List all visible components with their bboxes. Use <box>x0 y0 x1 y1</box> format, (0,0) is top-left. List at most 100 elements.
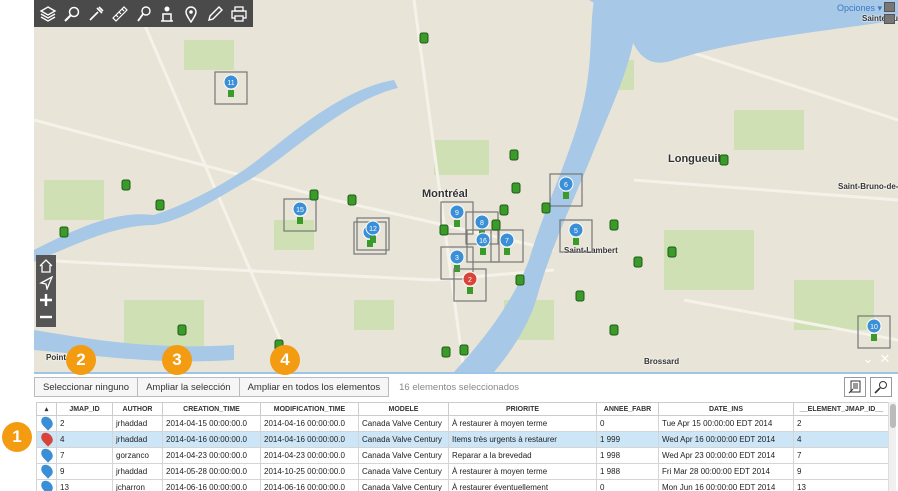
column-header[interactable]: DATE_INS <box>658 402 794 416</box>
close-icon[interactable]: ✕ <box>878 351 892 366</box>
hydrant-icon[interactable] <box>459 344 469 356</box>
callout-1: 1 <box>2 422 32 452</box>
table-cell: 2014-04-15 00:00:00.0 <box>162 415 261 432</box>
hydrant-icon[interactable] <box>59 226 69 238</box>
column-header[interactable]: MODIFICATION_TIME <box>260 402 359 416</box>
marker-pin-icon <box>38 448 56 463</box>
column-header[interactable]: MODELE <box>358 402 449 416</box>
table-row[interactable]: 7 gorzanco 2014-04-23 00:00:00.0 2014-04-23… <box>36 447 890 464</box>
zoom-all-button[interactable]: Ampliar en todos los elementos <box>239 377 390 397</box>
markers-layer: 111541298616375210 <box>59 32 891 358</box>
marker-pin-icon <box>38 432 56 447</box>
table-cell: À restaurer à moyen terme <box>448 463 597 480</box>
callout-4: 4 <box>270 345 300 375</box>
map-marker[interactable]: 6 <box>549 173 583 207</box>
column-header[interactable]: JMAP_ID <box>56 402 113 416</box>
marker-label: 12 <box>369 226 377 233</box>
home-icon[interactable] <box>38 258 54 274</box>
map-marker[interactable]: 11 <box>214 71 248 105</box>
marker-pin-icon <box>38 416 56 431</box>
scrollbar-thumb[interactable] <box>890 404 896 428</box>
hydrant-icon[interactable] <box>491 219 501 231</box>
hydrant-icon[interactable] <box>609 324 619 336</box>
map-marker[interactable]: 7 <box>490 229 524 263</box>
row-marker[interactable] <box>36 447 57 464</box>
app: Montréal Longueuil Saint-Bruno-de-M Sain… <box>0 0 898 491</box>
export-icon[interactable] <box>844 377 866 397</box>
location-icon[interactable] <box>180 3 202 25</box>
row-marker[interactable] <box>36 479 57 491</box>
table-cell: Fri Mar 28 00:00:00 EDT 2014 <box>658 463 794 480</box>
hydrant-icon[interactable] <box>439 224 449 236</box>
map-search-icon[interactable] <box>870 377 892 397</box>
table-row[interactable]: 2 jrhaddad 2014-04-15 00:00:00.0 2014-04-16… <box>36 415 890 432</box>
table-row[interactable]: 13 jcharron 2014-06-16 00:00:00.0 2014-06-1… <box>36 479 890 491</box>
row-marker[interactable] <box>36 463 57 480</box>
zoom-in-icon[interactable] <box>38 292 54 308</box>
table-cell: Wed Apr 16 00:00:00 EDT 2014 <box>658 431 794 448</box>
hydrant-icon[interactable] <box>719 154 729 166</box>
table-row[interactable]: 4 jrhaddad 2014-04-16 00:00:00.0 2014-04-16… <box>36 431 890 448</box>
zoom-out-icon[interactable] <box>38 309 54 325</box>
column-header[interactable]: AUTHOR <box>112 402 163 416</box>
hydrant-icon[interactable] <box>121 179 131 191</box>
table-header: ▴ JMAP_ID AUTHOR CREATION_TIME MODIFICAT… <box>36 402 890 416</box>
row-marker[interactable] <box>36 415 57 432</box>
hydrant-icon[interactable] <box>177 324 187 336</box>
map-marker[interactable]: 16 <box>466 229 500 263</box>
table-cell: 0 <box>596 415 659 432</box>
hydrant-icon[interactable] <box>155 199 165 211</box>
map-marker[interactable]: 10 <box>857 315 891 349</box>
print-icon[interactable] <box>228 3 250 25</box>
select-none-button[interactable]: Seleccionar ninguno <box>34 377 139 397</box>
person-icon[interactable] <box>156 3 178 25</box>
table-cell: Canada Valve Century <box>358 431 449 448</box>
hydrant-icon[interactable] <box>633 256 643 268</box>
marker-label: 6 <box>564 182 568 189</box>
hydrant-icon[interactable] <box>509 149 519 161</box>
sort-column-header[interactable]: ▴ <box>36 402 57 416</box>
panel-tools <box>844 377 892 397</box>
map-marker[interactable]: 15 <box>283 198 317 232</box>
row-marker[interactable] <box>36 431 57 448</box>
hydrant-icon[interactable] <box>441 346 451 358</box>
hydrant-icon[interactable] <box>309 189 319 201</box>
hydrant-icon[interactable] <box>515 274 525 286</box>
map-marker[interactable]: 5 <box>559 219 593 253</box>
marker-label: 3 <box>455 255 459 262</box>
pin-search-icon[interactable] <box>133 3 155 25</box>
table-cell: 4 <box>56 431 113 448</box>
hydrant-icon[interactable] <box>575 290 585 302</box>
hydrant-icon[interactable] <box>499 204 509 216</box>
measure-icon[interactable] <box>109 3 131 25</box>
column-header[interactable]: ANNEE_FABR <box>596 402 659 416</box>
hydrant-icon[interactable] <box>667 246 677 258</box>
hydrant-icon[interactable] <box>419 32 429 44</box>
tools-icon[interactable] <box>85 3 107 25</box>
navigate-icon[interactable] <box>38 275 54 291</box>
table-cell: Canada Valve Century <box>358 447 449 464</box>
table-cell: gorzanco <box>112 447 163 464</box>
map-canvas[interactable]: Montréal Longueuil Saint-Bruno-de-M Sain… <box>34 0 898 372</box>
zoom-selection-button[interactable]: Ampliar la selección <box>138 377 240 397</box>
hydrant-icon[interactable] <box>541 202 551 214</box>
hydrant-icon[interactable] <box>609 219 619 231</box>
column-header[interactable]: CREATION_TIME <box>162 402 261 416</box>
marker-label: 15 <box>296 207 304 214</box>
table-cell: 7 <box>793 447 890 464</box>
edit-icon[interactable] <box>204 3 226 25</box>
hydrant-icon[interactable] <box>347 194 357 206</box>
table-row[interactable]: 9 jrhaddad 2014-05-28 00:00:00.0 2014-10-25… <box>36 463 890 480</box>
hydrant-icon[interactable] <box>511 182 521 194</box>
selection-panel: Seleccionar ninguno Ampliar la selección… <box>34 372 898 491</box>
table-cell: jrhaddad <box>112 431 163 448</box>
column-header[interactable]: __ELEMENT_JMAP_ID__ <box>793 402 890 416</box>
table-cell: Mon Jun 16 00:00:00 EDT 2014 <box>658 479 794 491</box>
column-header[interactable]: PRIORITE <box>448 402 597 416</box>
search-icon[interactable] <box>61 3 83 25</box>
layers-icon[interactable] <box>37 3 59 25</box>
map-marker[interactable]: 2 <box>453 268 487 302</box>
collapse-icon[interactable]: ⌄ <box>861 351 875 366</box>
table-scrollbar[interactable] <box>888 402 896 491</box>
attribute-table: ▴ JMAP_ID AUTHOR CREATION_TIME MODIFICAT… <box>36 402 890 491</box>
